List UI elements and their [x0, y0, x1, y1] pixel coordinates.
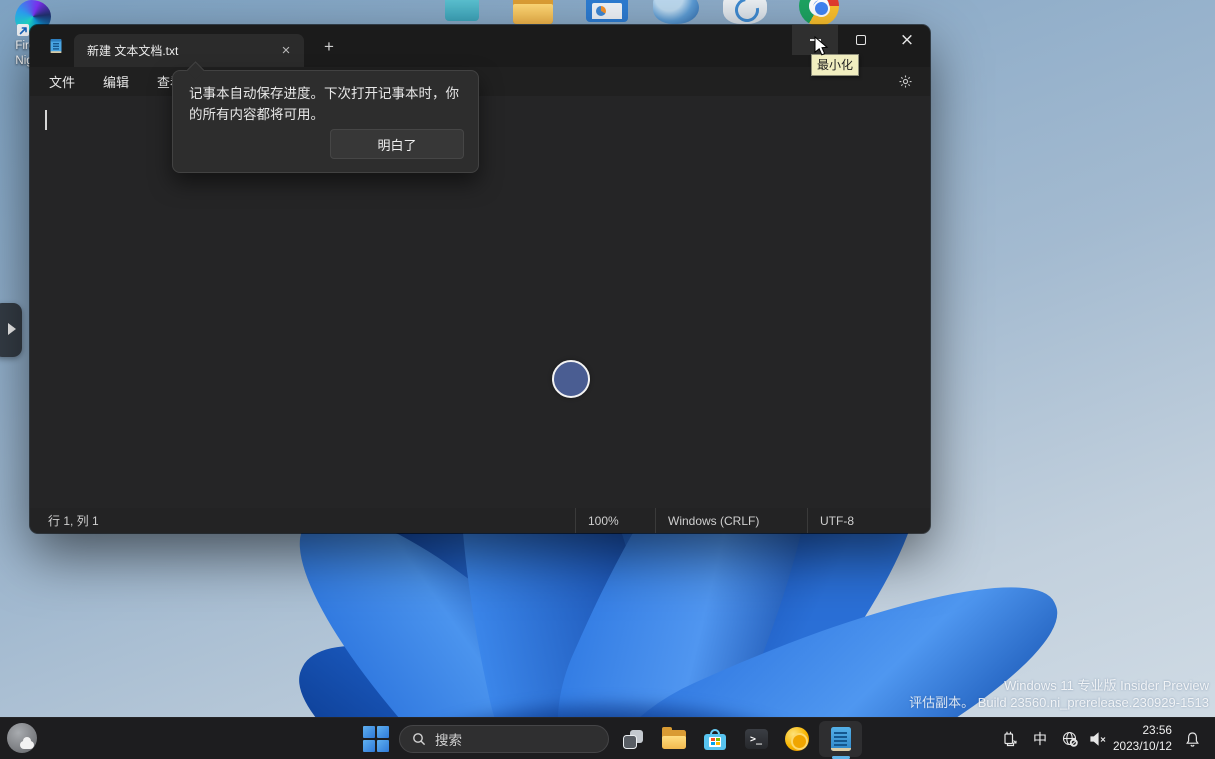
terminal-button[interactable]: >_ [740, 724, 772, 754]
menu-file[interactable]: 文件 [40, 69, 84, 94]
flyout-message: 记事本自动保存进度。下次打开记事本时，你的所有内容都将可用。 [173, 71, 478, 126]
widgets-weather-icon[interactable] [7, 723, 37, 753]
mouse-cursor-icon [814, 36, 829, 57]
notifications-button[interactable] [1176, 724, 1208, 754]
notepad-window: 新建 文本文档.txt × + × 文件 编辑 查看 [30, 25, 930, 533]
shortcut-arrow-icon [17, 24, 29, 36]
muted-speaker-icon [1089, 731, 1108, 747]
status-bar: 行 1, 列 1 100% Windows (CRLF) UTF-8 [30, 508, 930, 533]
click-indicator [552, 360, 590, 398]
media-app-icon[interactable] [586, 0, 628, 22]
folder-front-icon [513, 4, 553, 24]
display-icon[interactable] [445, 0, 479, 21]
terminal-icon: >_ [745, 729, 768, 749]
notepad-app-icon [48, 38, 64, 54]
text-caret [45, 110, 47, 130]
bell-icon [1184, 731, 1201, 748]
tab-close-icon[interactable]: × [276, 41, 296, 61]
new-tab-button[interactable]: + [316, 35, 342, 61]
tray-time: 23:56 [1106, 723, 1172, 739]
close-icon: × [900, 32, 914, 49]
maximize-icon [856, 35, 866, 45]
text-editor-area[interactable] [30, 96, 930, 508]
usb-icon [1002, 730, 1019, 748]
ime-indicator-text: 中 [1033, 729, 1047, 749]
chrome-canary-icon [785, 727, 809, 751]
document-tab[interactable]: 新建 文本文档.txt × [74, 34, 304, 67]
file-explorer-button[interactable] [658, 724, 690, 754]
notepad-taskbar-button[interactable] [819, 721, 862, 757]
zoom-level-status[interactable]: 100% [575, 508, 655, 533]
taskbar-clock[interactable]: 23:56 2023/10/12 [1106, 723, 1172, 755]
notepad-taskbar-icon [831, 727, 851, 751]
store-icon [704, 729, 726, 750]
task-view-button[interactable] [617, 724, 649, 754]
ime-tray-button[interactable]: 中 [1024, 724, 1056, 754]
usb-eject-tray-button[interactable] [994, 724, 1026, 754]
settings-gear-icon[interactable] [892, 68, 918, 94]
microsoft-store-button[interactable] [699, 724, 731, 754]
tray-date: 2023/10/12 [1106, 739, 1172, 755]
screen: Firefox Nightly Windows 11 专业版 Insider P… [0, 0, 1215, 759]
search-placeholder-text: 搜索 [435, 729, 462, 749]
tab-title: 新建 文本文档.txt [87, 42, 276, 59]
taskbar-search-box[interactable]: 搜索 [399, 725, 609, 753]
insider-watermark: Windows 11 专业版 Insider Preview 评估副本。 Bui… [909, 678, 1209, 711]
menu-bar: 文件 编辑 查看 [30, 67, 930, 96]
search-icon [412, 732, 426, 746]
cloud-icon [20, 741, 34, 749]
autosave-flyout: 记事本自动保存进度。下次打开记事本时，你的所有内容都将可用。 明白了 [172, 70, 479, 173]
expand-arrow-icon [8, 323, 16, 335]
cursor-position-status: 行 1, 列 1 [30, 508, 575, 533]
taskbar: 搜索 >_ [0, 717, 1215, 759]
close-button[interactable]: × [884, 25, 930, 55]
titlebar[interactable]: 新建 文本文档.txt × + × [30, 25, 930, 67]
menu-edit[interactable]: 编辑 [94, 69, 138, 94]
got-it-button[interactable]: 明白了 [330, 129, 464, 159]
window-controls: × [792, 25, 930, 55]
file-explorer-icon [662, 730, 686, 749]
task-view-icon [623, 730, 643, 749]
minimize-tooltip: 最小化 [811, 54, 859, 76]
side-panel-handle[interactable] [0, 303, 22, 357]
line-ending-status[interactable]: Windows (CRLF) [655, 508, 807, 533]
globe-offline-icon [1061, 730, 1079, 748]
start-button[interactable] [363, 726, 389, 752]
chrome-canary-button[interactable] [781, 724, 813, 754]
maximize-button[interactable] [838, 25, 884, 55]
encoding-status[interactable]: UTF-8 [807, 508, 930, 533]
